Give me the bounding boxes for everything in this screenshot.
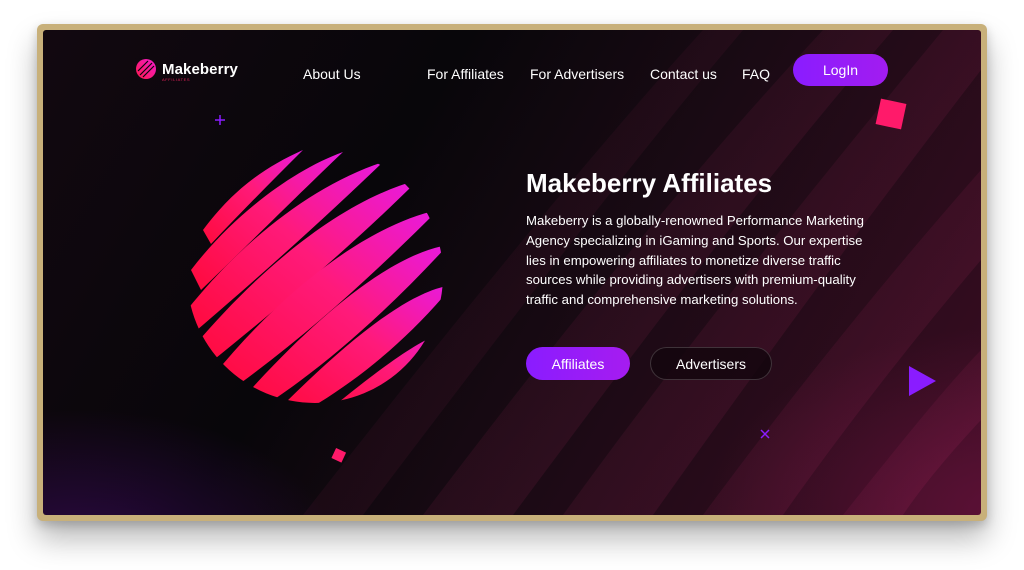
nav-item-for-advertisers[interactable]: For Advertisers xyxy=(530,66,624,82)
login-button[interactable]: LogIn xyxy=(793,54,888,86)
hero-description: Makeberry is a globally-renowned Perform… xyxy=(526,213,864,308)
cross-icon xyxy=(760,429,770,439)
device-frame: Makeberry AFFILIATES About Us For Affili… xyxy=(37,24,987,521)
small-pink-diamond-icon xyxy=(331,448,347,463)
makeberry-logo-icon xyxy=(136,59,156,79)
nav-item-contact-us[interactable]: Contact us xyxy=(650,66,717,82)
striped-sphere-icon xyxy=(187,150,443,403)
brand-subtitle: AFFILIATES xyxy=(162,77,191,82)
plus-icon xyxy=(215,115,225,125)
purple-triangle-icon xyxy=(909,366,936,396)
brand[interactable]: Makeberry AFFILIATES xyxy=(135,58,238,82)
brand-name: Makeberry xyxy=(162,60,238,78)
advertisers-button[interactable]: Advertisers xyxy=(650,347,772,380)
website-screen: Makeberry AFFILIATES About Us For Affili… xyxy=(43,30,981,515)
nav-item-faq[interactable]: FAQ xyxy=(742,66,770,82)
nav-item-about-us[interactable]: About Us xyxy=(303,66,361,82)
nav-item-for-affiliates[interactable]: For Affiliates xyxy=(427,66,504,82)
pink-square-icon xyxy=(875,98,907,130)
hero-title: Makeberry Affiliates xyxy=(526,168,773,198)
affiliates-button[interactable]: Affiliates xyxy=(526,347,630,380)
